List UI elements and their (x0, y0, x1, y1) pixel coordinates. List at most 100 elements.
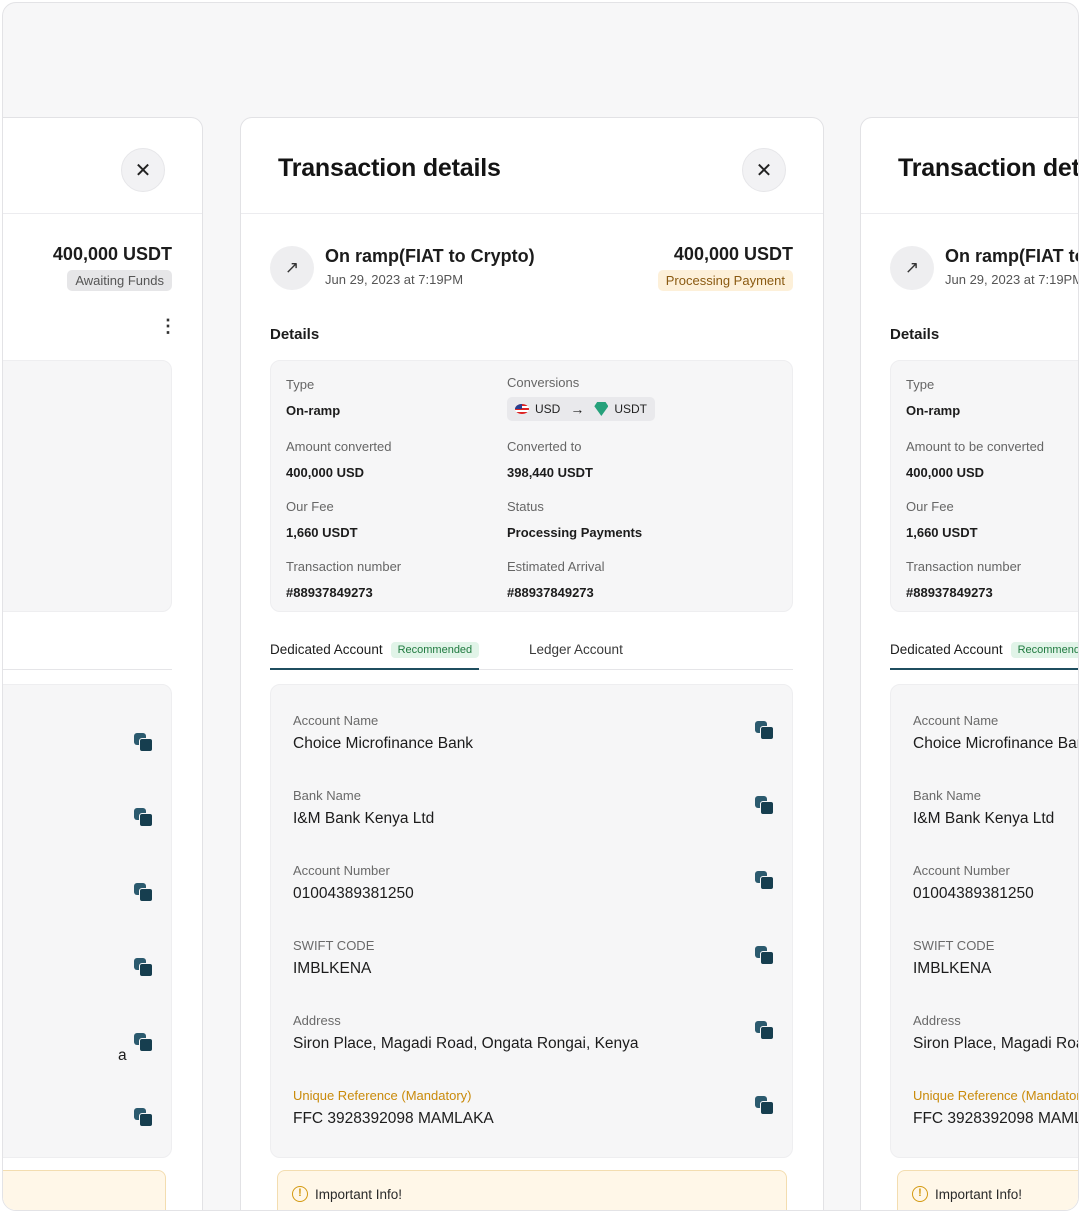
tab-label: Dedicated Account (890, 642, 1003, 657)
account-number-value: 01004389381250 (293, 885, 414, 902)
copy-icon[interactable] (755, 871, 774, 890)
account-name-label: Account Name (293, 713, 379, 728)
copy-icon[interactable] (755, 1021, 774, 1040)
account-name-value: Choice Microfinance Bank (293, 735, 474, 752)
conversion-to: USDT (614, 402, 648, 416)
address-value: Siron Place, Magadi Road, Ongata Rongai,… (293, 1035, 639, 1052)
bank-name-label: Bank Name (293, 788, 361, 803)
info-title: Important Info! (315, 1187, 403, 1202)
transaction-number-value: #88937849273 (286, 585, 373, 600)
close-button[interactable]: ✕ (121, 148, 165, 192)
account-number-row: Account Number 01004389381250 (293, 863, 774, 923)
more-vertical-icon[interactable]: ⋮ (159, 317, 177, 335)
reference-value: FFC 3928392098 MAMLAKA (293, 1110, 494, 1127)
copy-icon[interactable] (134, 733, 153, 752)
converted-to-label: Converted to (507, 439, 582, 454)
status-badge: Processing Payment (657, 270, 793, 291)
account-name-row: Account Name Choice Microfinance Bank (293, 713, 774, 773)
account-number-label: Account Number (293, 863, 390, 878)
type-label: Type (906, 377, 935, 392)
close-icon: ✕ (755, 159, 773, 182)
reference-value: FFC 3928392098 MAMLAKA (913, 1110, 1078, 1127)
info-icon: ! (292, 1186, 308, 1202)
transaction-panel-right: Transaction details ↗ On ramp(FIAT to Cr… (860, 117, 1079, 1210)
fee-value: 1,660 USDT (906, 525, 978, 540)
close-icon: ✕ (134, 159, 152, 182)
reference-label: Unique Reference (Mandatory) (293, 1088, 472, 1103)
swift-code-label: SWIFT CODE (913, 938, 995, 953)
transaction-panel-left: ✕ 400,000 USDT Awaiting Funds ⋮ DT s a (3, 117, 203, 1210)
tx-title: On ramp(FIAT to Crypto) (945, 246, 1078, 266)
copy-icon[interactable] (134, 808, 153, 827)
fee-label: Our Fee (906, 499, 954, 514)
copy-icon[interactable] (755, 796, 774, 815)
arrow-right-icon: → (570, 401, 585, 417)
recommended-badge: Recommended (1010, 642, 1078, 658)
bank-name-row: Bank Name I&M Bank Kenya Ltd (293, 788, 774, 848)
swift-code-value: IMBLKENA (293, 960, 372, 977)
status-badge: Awaiting Funds (67, 270, 172, 291)
account-name-row (3, 725, 153, 785)
reference-row (3, 1100, 153, 1160)
type-label: Type (286, 377, 315, 392)
tab-dedicated-account[interactable]: Dedicated Account Recommended (270, 642, 480, 670)
swift-code-row: SWIFT CODE IMBLKENA (293, 938, 774, 998)
address-row: a (3, 1025, 153, 1085)
arrow-up-right-icon: ↗ (270, 246, 314, 290)
account-card: Account Name Choice Microfinance Bank Ba… (890, 684, 1079, 1158)
details-card: Type On-ramp Conversions USD → USDT Amou… (270, 360, 793, 612)
copy-icon[interactable] (134, 958, 153, 977)
type-value: On-ramp (906, 403, 961, 418)
panel-header: ✕ (3, 118, 202, 214)
status-value: Processing Payments (507, 525, 643, 540)
swift-code-value: IMBLKENA (913, 960, 992, 977)
address-row: Address Siron Place, Magadi Road, Ongata… (293, 1013, 774, 1073)
reference-label: Unique Reference (Mandatory) (913, 1088, 1079, 1103)
account-tabs: Dedicated Account Recommended (890, 638, 1078, 670)
fee-label: Our Fee (286, 499, 334, 514)
account-number-value: 01004389381250 (913, 885, 1034, 902)
account-tabs (3, 638, 172, 670)
details-card: DT s (3, 360, 172, 612)
amount-converted-label: Amount to be converted (906, 439, 1045, 454)
amount-converted-label: Amount converted (286, 439, 392, 454)
account-name-value: Choice Microfinance Bank (913, 735, 1079, 752)
tab-label: Dedicated Account (270, 642, 383, 657)
copy-icon[interactable] (755, 721, 774, 740)
panel-header: Transaction details (861, 118, 1078, 214)
account-name-row: Account Name Choice Microfinance Bank (913, 713, 1079, 773)
bank-name-label: Bank Name (913, 788, 981, 803)
arrow-up-right-icon: ↗ (890, 246, 934, 290)
converted-to-value: 398,440 USDT (507, 465, 593, 480)
details-heading: Details (890, 326, 940, 343)
copy-icon[interactable] (755, 1096, 774, 1115)
copy-icon[interactable] (755, 946, 774, 965)
tx-title: On ramp(FIAT to Crypto) (325, 246, 535, 266)
account-name-label: Account Name (913, 713, 999, 728)
copy-icon[interactable] (134, 1033, 153, 1052)
copy-icon[interactable] (134, 1108, 153, 1127)
status-label: Status (507, 499, 544, 514)
details-heading: Details (270, 326, 320, 343)
tx-amount: 400,000 USDT (52, 244, 172, 264)
account-number-label: Account Number (913, 863, 1010, 878)
fee-value: 1,660 USDT (286, 525, 358, 540)
amount-converted-value: 400,000 USD (906, 465, 985, 480)
app-frame: ✕ 400,000 USDT Awaiting Funds ⋮ DT s a (2, 2, 1079, 1211)
account-number-row: Account Number 01004389381250 (913, 863, 1078, 923)
tab-dedicated-account[interactable]: Dedicated Account Recommended (890, 642, 1078, 670)
swift-code-row: SWIFT CODE IMBLKENA (913, 938, 1078, 998)
close-button[interactable]: ✕ (742, 148, 786, 192)
conversions-pill: USD → USDT (507, 397, 656, 421)
address-label: Address (913, 1013, 961, 1028)
copy-icon[interactable] (134, 883, 153, 902)
account-number-row (3, 875, 153, 935)
tab-ledger-account[interactable]: Ledger Account (529, 642, 623, 657)
details-card: Type On-ramp Amount to be converted 400,… (890, 360, 1078, 612)
estimated-arrival-value: #88937849273 (507, 585, 594, 600)
address-fragment: a (118, 1047, 127, 1064)
reference-row: Unique Reference (Mandatory) FFC 3928392… (293, 1088, 774, 1148)
swift-code-label: SWIFT CODE (293, 938, 375, 953)
tx-amount: 400,000 USDT (673, 244, 793, 264)
transaction-panel-main: Transaction details ✕ ↗ On ramp(FIAT to … (240, 117, 824, 1210)
